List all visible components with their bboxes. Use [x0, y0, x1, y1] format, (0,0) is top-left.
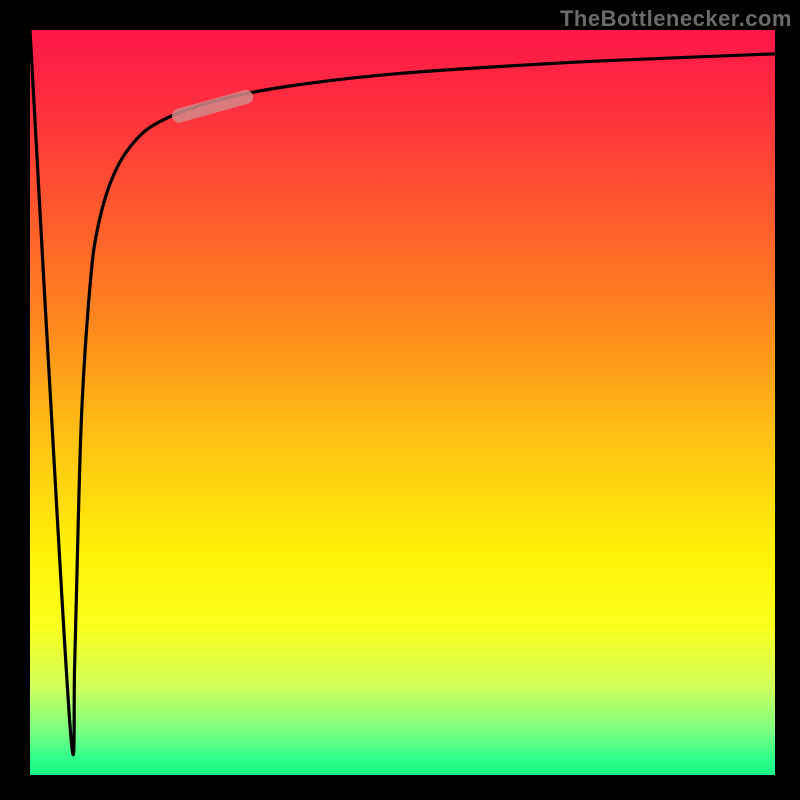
highlight-segment — [179, 97, 246, 116]
main-curve — [30, 30, 775, 755]
chart-svg — [30, 30, 775, 775]
chart-container: TheBottlenecker.com — [0, 0, 800, 800]
watermark-text: TheBottlenecker.com — [560, 6, 792, 32]
